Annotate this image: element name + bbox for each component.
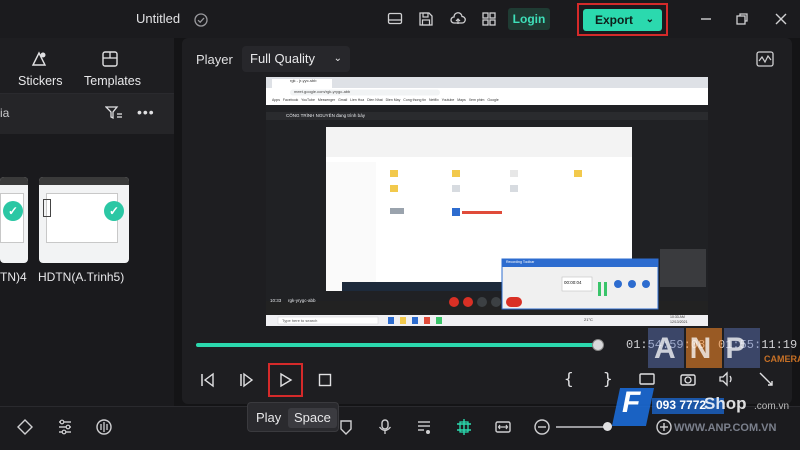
bookmark-item[interactable]: Maps xyxy=(457,98,466,102)
video-preview[interactable]: rgk - jr-yyc-sbb meet.google.com/rgk-yry… xyxy=(266,77,708,326)
title-bar: Untitled Login Export ⌄ xyxy=(0,0,800,38)
taskbar-date: 12/13/2021 xyxy=(670,320,688,324)
bookmark-item[interactable]: Facebook xyxy=(283,98,298,102)
previous-frame-icon[interactable] xyxy=(199,372,217,388)
shop-watermark: F 093 7772 Shop .com.vn WWW.ANP.COM.VN xyxy=(611,384,800,450)
more-options-icon[interactable]: ••• xyxy=(137,104,155,120)
playback-progress[interactable] xyxy=(196,343,598,347)
audio-icon[interactable] xyxy=(95,418,113,436)
chevron-down-icon[interactable]: ⌄ xyxy=(646,9,654,31)
bookmarks-bar: Apps Facebook YouTube Messenger Gmail Li… xyxy=(272,98,702,104)
media-toolbar: ia ••• xyxy=(0,94,174,134)
clip-added-check-icon: ✓ xyxy=(104,201,124,221)
mark-in-icon[interactable]: { xyxy=(564,369,574,388)
filter-icon[interactable] xyxy=(105,105,123,121)
minimize-icon[interactable] xyxy=(698,11,714,27)
video-editor-window: Untitled Login Export ⌄ Stickers Templat… xyxy=(0,0,800,450)
grid-apps-icon[interactable] xyxy=(481,11,497,27)
bookmark-item[interactable]: YouTube xyxy=(301,98,315,102)
next-frame-icon[interactable] xyxy=(238,372,256,388)
weather-readout: 21°C xyxy=(584,317,593,322)
play-tooltip: Play Space xyxy=(247,402,339,432)
export-button[interactable]: Export ⌄ xyxy=(583,9,662,31)
bookmark-item[interactable]: Cong thong tin xyxy=(403,98,426,102)
recording-toolbar-title: Recording Toolbar xyxy=(506,260,535,264)
media-folder-label: ia xyxy=(0,106,10,120)
restore-icon[interactable] xyxy=(734,11,750,27)
asset-tabs: Stickers Templates xyxy=(0,38,174,94)
close-icon[interactable] xyxy=(773,11,789,27)
music-list-icon[interactable] xyxy=(416,418,434,436)
magnet-snap-icon[interactable] xyxy=(455,418,473,436)
clip-label: HDTN(A.Trinh5) xyxy=(38,270,125,284)
templates-icon[interactable] xyxy=(101,50,119,68)
watermark-line1: CAMERA xyxy=(764,354,800,364)
zoom-slider-handle[interactable] xyxy=(603,422,612,431)
playhead-handle[interactable] xyxy=(592,339,604,351)
login-button[interactable]: Login xyxy=(508,8,550,30)
browser-url: meet.google.com/rgk-yrygc-abb xyxy=(294,89,351,94)
tooltip-label: Play xyxy=(256,410,282,425)
tooltip-shortcut: Space xyxy=(288,408,337,428)
zoom-out-icon[interactable] xyxy=(533,418,551,436)
microphone-icon[interactable] xyxy=(376,418,394,436)
quality-value: Full Quality xyxy=(250,51,316,66)
bookmark-item[interactable]: Youtube xyxy=(442,98,455,102)
watermark-brand: ANP xyxy=(654,332,760,365)
recording-timer: 00:00:04 xyxy=(564,280,582,285)
taskbar-search: Type here to search xyxy=(282,318,318,323)
meeting-banner: CÔNG TRÌNH NGUYÊN đang trình bày xyxy=(286,113,365,118)
mask-icon[interactable] xyxy=(337,418,355,436)
quality-dropdown[interactable]: Full Quality ⌄ xyxy=(242,46,350,72)
stickers-icon[interactable] xyxy=(29,49,49,69)
bookmark-item[interactable]: Lien Hoa xyxy=(350,98,364,102)
clip-added-check-icon: ✓ xyxy=(3,201,23,221)
stop-button[interactable] xyxy=(317,372,333,388)
zoom-slider[interactable] xyxy=(556,426,608,428)
cloud-upload-icon[interactable] xyxy=(450,11,466,27)
bookmark-item[interactable]: Dien May xyxy=(386,98,401,102)
bookmark-item[interactable]: Google xyxy=(487,98,498,102)
meet-time: 10:33 xyxy=(270,298,282,303)
clip-label: TN)4 xyxy=(0,270,27,284)
export-label: Export xyxy=(595,13,634,27)
tab-templates[interactable]: Templates xyxy=(84,74,141,88)
keyframe-icon[interactable] xyxy=(16,418,34,436)
bookmark-item[interactable]: Xem phim xyxy=(469,98,485,102)
watermark-shop: Shop xyxy=(704,394,747,413)
chevron-down-icon: ⌄ xyxy=(333,53,342,64)
taskbar-clock: 10:33 AM xyxy=(670,315,685,319)
media-panel: Stickers Templates ia ••• ✓ TN)4 ✓ HDTN(… xyxy=(0,38,174,406)
bookmark-item[interactable]: Apps xyxy=(272,98,280,102)
save-icon[interactable] xyxy=(418,11,434,27)
scopes-icon[interactable] xyxy=(756,51,774,67)
export-highlight-frame: Export ⌄ xyxy=(577,3,668,36)
player-label: Player xyxy=(196,52,233,67)
save-status-icon xyxy=(194,13,208,27)
browser-tab-title: rgk - jr-yyc-sbb xyxy=(290,78,317,83)
brand-watermark: ANP CAMERA xyxy=(648,328,800,388)
bookmark-item[interactable]: Gmail xyxy=(338,98,347,102)
play-button[interactable] xyxy=(278,372,294,388)
watermark-phone: 093 7772 xyxy=(656,398,707,412)
project-title: Untitled xyxy=(136,11,181,26)
fit-timeline-icon[interactable] xyxy=(494,418,512,436)
bookmark-item[interactable]: Netflix xyxy=(429,98,439,102)
watermark-site: WWW.ANP.COM.VN xyxy=(674,422,777,434)
meet-code: rgk-yrygc-abb xyxy=(288,298,316,303)
layout-icon[interactable] xyxy=(387,11,403,27)
bookmark-item[interactable]: Dien Nhat xyxy=(367,98,383,102)
adjust-icon[interactable] xyxy=(56,418,74,436)
tab-stickers[interactable]: Stickers xyxy=(18,74,62,88)
watermark-domain: .com.vn xyxy=(754,401,790,412)
bookmark-item[interactable]: Messenger xyxy=(318,98,335,102)
